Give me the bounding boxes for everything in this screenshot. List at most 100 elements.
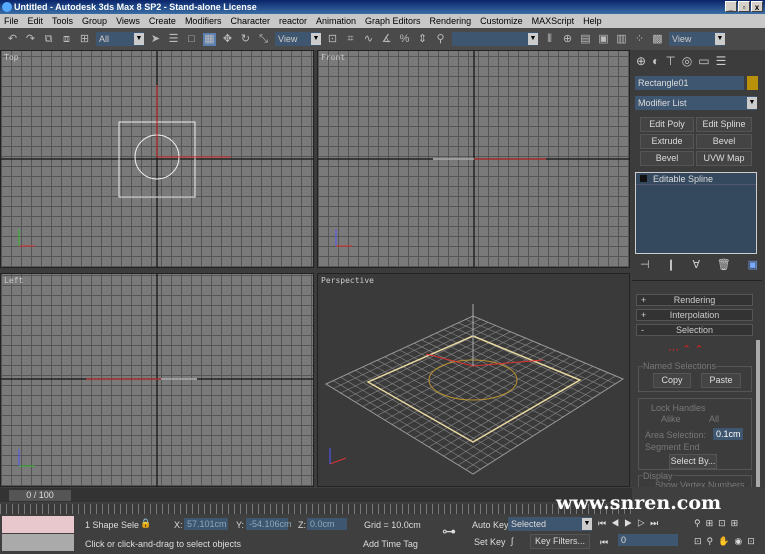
time-slider[interactable]: 0 / 100 (0, 488, 632, 502)
maxscript-listener-gray[interactable] (2, 534, 74, 551)
bevel-button[interactable]: Bevel (696, 134, 752, 149)
paste-button[interactable]: Paste (701, 373, 741, 388)
material-editor-icon[interactable]: ⁘ (633, 33, 646, 46)
angle-snap-icon[interactable]: ∡ (380, 33, 393, 46)
auto-key-button[interactable]: Auto Key (472, 520, 509, 530)
manipulate-icon[interactable]: ⌗ (344, 33, 357, 46)
spinner-snap-icon[interactable]: ⇕ (416, 33, 429, 46)
scale-icon[interactable]: ⤡ (257, 33, 270, 46)
bevel-button-2[interactable]: Bevel (640, 151, 694, 166)
maxscript-listener-pink[interactable] (2, 516, 74, 533)
named-selection-dropdown[interactable] (452, 32, 538, 46)
menu-customize[interactable]: Customize (480, 14, 523, 28)
window-crossing-icon[interactable]: ▦ (203, 32, 216, 46)
rollout-selection[interactable]: - Selection (636, 324, 753, 336)
viewport-perspective[interactable]: Perspective (317, 273, 630, 487)
close-button[interactable]: x (751, 1, 763, 12)
minimize-button[interactable]: _ (725, 1, 737, 12)
menu-rendering[interactable]: Rendering (430, 14, 472, 28)
track-bar[interactable] (0, 504, 632, 514)
lock-selection-icon[interactable]: 🔒 (140, 518, 151, 529)
schematic-icon[interactable]: ▥ (615, 33, 628, 46)
create-tab-icon[interactable]: ⊕ (636, 54, 646, 68)
viewport-top[interactable]: Top (0, 50, 314, 268)
viewport-front[interactable]: Front (317, 50, 630, 268)
select-by-button[interactable]: Select By... (669, 454, 717, 469)
stack-item[interactable]: Editable Spline (636, 173, 756, 185)
make-unique-icon[interactable]: ∀ (692, 258, 700, 271)
pin-stack-icon[interactable]: ⊣ (640, 258, 650, 271)
z-coord-field[interactable]: 0.0cm (307, 518, 347, 530)
named-sel-icon[interactable]: ⚲ (434, 33, 447, 46)
x-coord-field[interactable]: 57.101cm (184, 518, 228, 530)
viewport-left[interactable]: Left (0, 273, 314, 487)
current-frame-field[interactable]: 0 (618, 534, 678, 546)
all-radio[interactable]: All (709, 414, 719, 424)
viewport-navigation-icons-2[interactable]: ⊡⚲✋◉⊡ (694, 536, 760, 547)
menu-views[interactable]: Views (116, 14, 140, 28)
select-by-name-icon[interactable]: ☰ (167, 33, 180, 46)
curve-editor-icon[interactable]: ▣ (597, 33, 610, 46)
alike-radio[interactable]: Alike (661, 414, 681, 424)
add-time-tag-button[interactable]: Add Time Tag (363, 539, 418, 549)
edit-spline-button[interactable]: Edit Spline (696, 117, 752, 132)
viewport-navigation-icons[interactable]: ⚲⊞⊡⊞ (694, 518, 743, 529)
menu-reactor[interactable]: reactor (279, 14, 307, 28)
menu-animation[interactable]: Animation (316, 14, 356, 28)
go-to-start-icon[interactable]: ⏮ (600, 537, 608, 548)
copy-button[interactable]: Copy (653, 373, 691, 388)
link-icon[interactable]: ⧉ (42, 33, 55, 46)
default-tangents-icon[interactable]: ∫ (511, 536, 513, 546)
undo-icon[interactable]: ↶ (6, 33, 19, 46)
object-name-field[interactable]: Rectangle01 (635, 76, 744, 90)
show-end-result-icon[interactable]: ❙ (666, 258, 675, 271)
unlink-icon[interactable]: ⧈ (60, 33, 73, 46)
area-selection-checkbox[interactable]: Area Selection: (645, 430, 706, 440)
sub-object-level-icons[interactable]: ⋯ ⌃ ⌃ (668, 343, 704, 356)
render-scene-icon[interactable]: ▩ (651, 33, 664, 46)
layer-icon[interactable]: ▤ (579, 33, 592, 46)
menu-edit[interactable]: Edit (28, 14, 44, 28)
mirror-icon[interactable]: ⫴ (543, 33, 556, 46)
pivot-icon[interactable]: ⊡ (326, 33, 339, 46)
panel-scrollbar[interactable] (756, 340, 760, 487)
key-mode-dropdown[interactable]: Selected (508, 517, 592, 531)
menu-maxscript[interactable]: MAXScript (532, 14, 575, 28)
menu-group[interactable]: Group (82, 14, 107, 28)
configure-sets-icon[interactable]: ▣ (748, 258, 758, 271)
lock-handles-checkbox[interactable]: Lock Handles (651, 403, 706, 413)
object-color-swatch[interactable] (747, 76, 758, 90)
maximize-button[interactable]: ▫ (738, 1, 750, 12)
move-icon[interactable]: ✥ (221, 33, 234, 46)
menu-create[interactable]: Create (149, 14, 176, 28)
hierarchy-tab-icon[interactable]: ⊤ (665, 54, 675, 68)
segment-end-checkbox[interactable]: Segment End (645, 442, 700, 452)
motion-tab-icon[interactable]: ◎ (682, 54, 692, 68)
uvw-map-button[interactable]: UVW Map (696, 151, 752, 166)
rect-selection-icon[interactable]: □ (185, 33, 198, 46)
modify-tab-icon[interactable]: ◐ (652, 54, 659, 68)
render-type-dropdown[interactable]: View (669, 32, 725, 46)
y-coord-field[interactable]: -54.106cm (246, 518, 292, 530)
set-key-icon[interactable]: ⊶ (442, 523, 456, 540)
remove-modifier-icon[interactable]: 🗑 (717, 258, 731, 271)
menu-tools[interactable]: Tools (52, 14, 73, 28)
bind-spacewarp-icon[interactable]: ⊞ (78, 33, 91, 46)
rollout-interpolation[interactable]: + Interpolation (636, 309, 753, 321)
area-selection-spinner[interactable]: 0.1cm (713, 428, 743, 440)
menu-graph-editors[interactable]: Graph Editors (365, 14, 421, 28)
playback-controls-icon[interactable]: ⏮◀▶▷⏭ (598, 518, 663, 529)
display-tab-icon[interactable]: ▭ (698, 54, 709, 68)
modifier-list-dropdown[interactable]: Modifier List (635, 96, 757, 110)
align-icon[interactable]: ⊕ (561, 33, 574, 46)
set-key-button[interactable]: Set Key (474, 537, 506, 547)
percent-snap-icon[interactable]: % (398, 33, 411, 46)
snap-icon[interactable]: ∿ (362, 33, 375, 46)
reference-coord-dropdown[interactable]: View (275, 32, 321, 46)
selection-filter-dropdown[interactable]: All (96, 32, 144, 46)
extrude-button[interactable]: Extrude (640, 134, 694, 149)
utilities-tab-icon[interactable]: ☰ (716, 54, 727, 68)
edit-poly-button[interactable]: Edit Poly (640, 117, 694, 132)
menu-file[interactable]: File (4, 14, 19, 28)
menu-character[interactable]: Character (230, 14, 270, 28)
